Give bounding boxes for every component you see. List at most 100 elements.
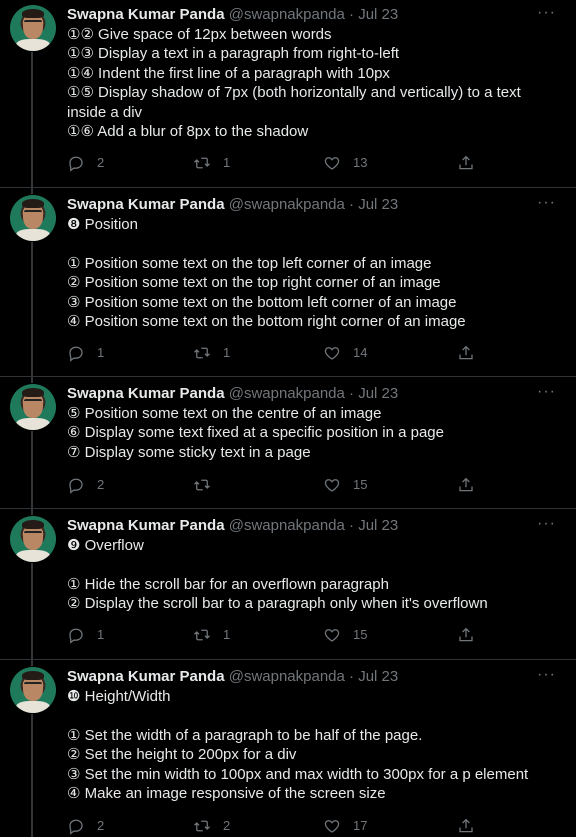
- author-name[interactable]: Swapna Kumar Panda: [67, 385, 225, 402]
- avatar[interactable]: [10, 195, 56, 241]
- tweet[interactable]: Swapna Kumar Panda @swapnakpanda · Jul 2…: [0, 0, 576, 188]
- reply-button[interactable]: 1: [67, 625, 104, 645]
- more-options-icon[interactable]: ···: [537, 516, 556, 532]
- avatar[interactable]: [10, 5, 56, 51]
- retweet-button[interactable]: 2: [193, 816, 230, 836]
- like-button[interactable]: 15: [323, 625, 367, 645]
- retweet-icon: [194, 479, 210, 491]
- share-button[interactable]: [457, 475, 475, 495]
- share-icon: [459, 155, 473, 170]
- tweet-line: ①③ Display a text in a paragraph from ri…: [67, 45, 400, 63]
- share-button[interactable]: [457, 625, 475, 645]
- tweet-line: ③ Position some text on the bottom left …: [67, 293, 457, 311]
- reply-count: 2: [97, 477, 105, 492]
- tweet-line: ① Set the width of a paragraph to be hal…: [67, 726, 423, 744]
- tweet-header: Swapna Kumar Panda @swapnakpanda · Jul 2…: [67, 5, 398, 25]
- retweet-count: 1: [223, 345, 231, 360]
- tweet-line: ①⑤ Display shadow of 7px (both horizonta…: [67, 84, 525, 121]
- tweet-actions: 1 1 14: [67, 343, 487, 363]
- tweet[interactable]: Swapna Kumar Panda @swapnakpanda · Jul 2…: [0, 509, 576, 660]
- like-button[interactable]: 14: [323, 343, 367, 363]
- retweet-icon: [194, 820, 210, 832]
- tweet-text: ❾ Overflow ① Hide the scroll bar for an …: [67, 536, 556, 614]
- meta-separator: ·: [349, 385, 355, 402]
- more-options-icon[interactable]: ···: [537, 667, 556, 683]
- reply-button[interactable]: 2: [67, 816, 104, 836]
- like-button[interactable]: 17: [323, 816, 367, 836]
- retweet-button[interactable]: 1: [193, 625, 230, 645]
- author-name[interactable]: Swapna Kumar Panda: [67, 196, 225, 213]
- heart-icon: [324, 629, 340, 642]
- tweet-line: ② Set the height to 200px for a div: [67, 746, 297, 764]
- author-handle[interactable]: @swapnakpanda: [229, 517, 345, 534]
- author-handle[interactable]: @swapnakpanda: [229, 668, 345, 685]
- author-name[interactable]: Swapna Kumar Panda: [67, 6, 225, 23]
- author-handle[interactable]: @swapnakpanda: [229, 6, 345, 23]
- tweet-actions: 2 2 17: [67, 816, 487, 836]
- tweet-line: ① Hide the scroll bar for an overflown p…: [67, 575, 389, 593]
- more-options-icon[interactable]: ···: [537, 5, 556, 21]
- like-button[interactable]: 15: [323, 475, 367, 495]
- timeline: Swapna Kumar Panda @swapnakpanda · Jul 2…: [0, 0, 576, 837]
- avatar[interactable]: [10, 516, 56, 562]
- tweet-date[interactable]: Jul 23: [358, 6, 398, 23]
- tweet-header: Swapna Kumar Panda @swapnakpanda · Jul 2…: [67, 516, 398, 536]
- tweet[interactable]: Swapna Kumar Panda @swapnakpanda · Jul 2…: [0, 377, 576, 509]
- reply-count: 2: [97, 818, 105, 833]
- like-count: 15: [353, 477, 368, 492]
- tweet-line: ① Position some text on the top left cor…: [67, 254, 432, 272]
- author-name[interactable]: Swapna Kumar Panda: [67, 668, 225, 685]
- tweet-line: [67, 234, 556, 253]
- avatar[interactable]: [10, 384, 56, 430]
- retweet-button[interactable]: 1: [193, 153, 230, 173]
- author-handle[interactable]: @swapnakpanda: [229, 196, 345, 213]
- reply-icon: [69, 156, 83, 172]
- like-button[interactable]: 13: [323, 153, 367, 173]
- thread-line: [31, 52, 33, 188]
- tweet-line: ①④ Indent the first line of a paragraph …: [67, 64, 390, 82]
- author-name[interactable]: Swapna Kumar Panda: [67, 517, 225, 534]
- tweet-date[interactable]: Jul 23: [358, 385, 398, 402]
- thread-line: [31, 509, 33, 515]
- retweet-button[interactable]: 1: [193, 343, 230, 363]
- meta-separator: ·: [349, 6, 355, 23]
- tweet-text: ⑤ Position some text on the centre of an…: [67, 404, 556, 462]
- reply-count: 2: [97, 155, 105, 170]
- tweet-date[interactable]: Jul 23: [358, 196, 398, 213]
- more-options-icon[interactable]: ···: [537, 384, 556, 400]
- tweet-header: Swapna Kumar Panda @swapnakpanda · Jul 2…: [67, 195, 398, 215]
- author-handle[interactable]: @swapnakpanda: [229, 385, 345, 402]
- like-count: 17: [353, 818, 368, 833]
- thread-line: [31, 242, 33, 377]
- share-button[interactable]: [457, 343, 475, 363]
- share-button[interactable]: [457, 816, 475, 836]
- tweet-date[interactable]: Jul 23: [358, 517, 398, 534]
- share-icon: [459, 477, 473, 492]
- tweet-line: ③ Set the min width to 100px and max wid…: [67, 765, 529, 783]
- tweet-actions: 2 1 13: [67, 153, 487, 173]
- share-icon: [459, 818, 473, 833]
- thread-line: [31, 188, 33, 194]
- tweet[interactable]: Swapna Kumar Panda @swapnakpanda · Jul 2…: [0, 188, 576, 377]
- tweet-header: Swapna Kumar Panda @swapnakpanda · Jul 2…: [67, 384, 398, 404]
- reply-icon: [69, 346, 83, 362]
- avatar[interactable]: [10, 667, 56, 713]
- tweet-line: ⑤ Position some text on the centre of an…: [67, 405, 382, 422]
- tweet[interactable]: Swapna Kumar Panda @swapnakpanda · Jul 2…: [0, 660, 576, 837]
- share-button[interactable]: [457, 153, 475, 173]
- heart-icon: [324, 820, 340, 833]
- reply-button[interactable]: 2: [67, 475, 104, 495]
- reply-button[interactable]: 2: [67, 153, 104, 173]
- like-count: 15: [353, 627, 368, 642]
- reply-button[interactable]: 1: [67, 343, 104, 363]
- more-options-icon[interactable]: ···: [537, 195, 556, 211]
- tweet-date[interactable]: Jul 23: [358, 668, 398, 685]
- retweet-count: 1: [223, 155, 231, 170]
- share-icon: [459, 627, 473, 642]
- tweet-line: ② Position some text on the top right co…: [67, 274, 441, 292]
- retweet-icon: [194, 629, 210, 641]
- tweet-line: [67, 555, 556, 574]
- tweet-line: ①② Give space of 12px between words: [67, 26, 332, 43]
- tweet-line: ①⑥ Add a blur of 8px to the shadow: [67, 123, 309, 141]
- retweet-button[interactable]: [193, 475, 223, 495]
